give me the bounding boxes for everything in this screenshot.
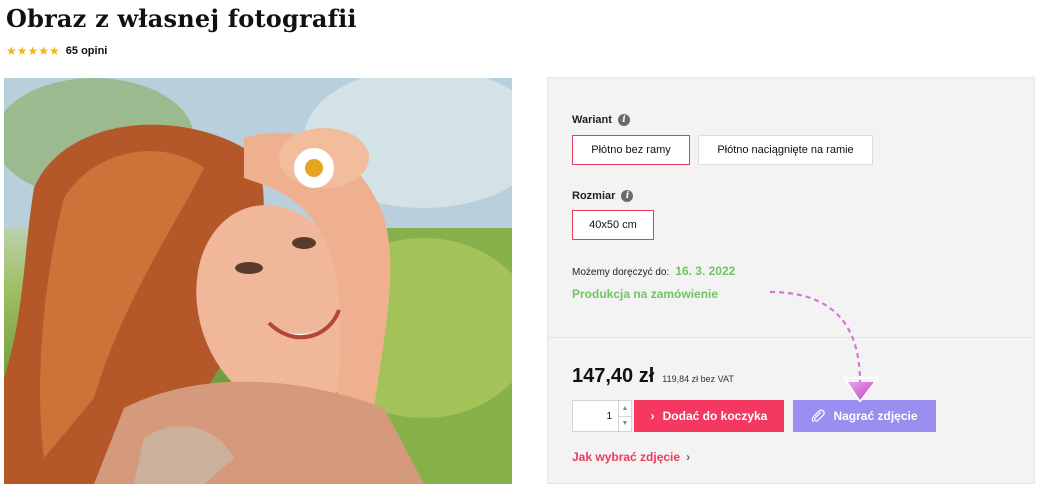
production-status: Produkcja na zamówienie [572, 287, 719, 301]
add-to-cart-button[interactable]: › Dodać do koczyka [634, 400, 784, 432]
size-option-40x50[interactable]: 40x50 cm [572, 210, 654, 240]
help-link[interactable]: Jak wybrać zdjęcie › [572, 450, 690, 464]
add-to-cart-label: Dodać do koczyka [662, 409, 768, 423]
upload-photo-label: Nagrać zdjęcie [833, 409, 918, 423]
chevron-right-icon: › [686, 450, 691, 464]
quantity-arrows: ▲ ▼ [618, 401, 631, 431]
delivery-date: 16. 3. 2022 [675, 264, 736, 278]
info-icon[interactable]: i [617, 114, 630, 126]
variant-label: Wariant i [572, 114, 630, 126]
upload-photo-button[interactable]: Nagrać zdjęcie [793, 400, 936, 432]
pointer-arrow-icon [769, 290, 880, 402]
quantity-down-icon[interactable]: ▼ [619, 415, 631, 432]
purchase-panel: Wariant i Płótno bez ramy Płótno naciągn… [547, 77, 1035, 484]
chevron-right-icon: › [650, 409, 655, 423]
quantity-stepper[interactable]: 1 ▲ ▼ [572, 400, 632, 432]
info-icon[interactable]: i [621, 190, 634, 202]
rating-stars: ★★★★★ [6, 44, 60, 58]
delivery-info: Możemy doręczyć do: 16. 3. 2022 [572, 264, 735, 278]
variant-option-bez-ramy[interactable]: Płótno bez ramy [572, 135, 690, 165]
quantity-up-icon[interactable]: ▲ [619, 401, 631, 416]
variant-label-text: Wariant [572, 114, 612, 126]
reviews-link[interactable]: 65 opini [66, 45, 108, 57]
help-link-label: Jak wybrać zdjęcie [572, 450, 681, 464]
delivery-label: Możemy doręczyć do: [572, 267, 670, 278]
size-label-text: Rozmiar [572, 190, 616, 202]
quantity-input[interactable]: 1 [573, 401, 618, 431]
variant-option-na-ramie[interactable]: Płótno naciągnięte na ramie [698, 135, 873, 165]
size-label: Rozmiar i [572, 190, 634, 202]
paperclip-icon [812, 409, 826, 423]
price-gross: 147,40 zł [572, 365, 655, 387]
price-block: 147,40 zł 119,84 zł bez VAT [572, 365, 734, 388]
rating[interactable]: ★★★★★ 65 opini [6, 44, 107, 58]
product-photo [4, 78, 512, 484]
page-title: Obraz z własnej fotografii [6, 4, 357, 33]
price-net: 119,84 zł bez VAT [662, 374, 734, 384]
